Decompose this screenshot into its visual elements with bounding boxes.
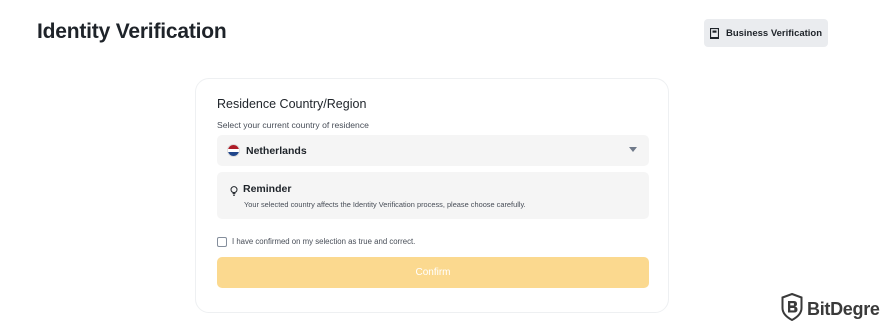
reminder-title: Reminder bbox=[243, 183, 292, 195]
reminder-box: Reminder Your selected country affects t… bbox=[217, 172, 649, 219]
bitdegree-shield-logo bbox=[781, 292, 803, 326]
country-select-value: Netherlands bbox=[246, 144, 307, 157]
bitdegree-watermark: BitDegree bbox=[781, 292, 880, 326]
confirm-checkbox[interactable] bbox=[217, 237, 227, 247]
business-verification-button[interactable]: Business Verification bbox=[704, 19, 828, 47]
card-subtitle: Select your current country of residence bbox=[217, 120, 369, 130]
watermark-text: BitDegree bbox=[807, 299, 880, 319]
country-select[interactable]: Netherlands bbox=[217, 135, 649, 166]
residence-card: Residence Country/Region Select your cur… bbox=[195, 78, 669, 313]
card-title: Residence Country/Region bbox=[217, 97, 367, 111]
reminder-text: Your selected country affects the Identi… bbox=[244, 200, 526, 209]
confirm-checkbox-label[interactable]: I have confirmed on my selection as true… bbox=[232, 237, 415, 246]
building-icon bbox=[709, 27, 719, 39]
lightbulb-icon bbox=[230, 183, 238, 201]
netherlands-flag-icon bbox=[227, 144, 240, 157]
confirm-button[interactable]: Confirm bbox=[217, 257, 649, 288]
page-title: Identity Verification bbox=[37, 20, 227, 43]
business-verification-label: Business Verification bbox=[725, 27, 823, 39]
caret-down-icon bbox=[629, 147, 637, 152]
